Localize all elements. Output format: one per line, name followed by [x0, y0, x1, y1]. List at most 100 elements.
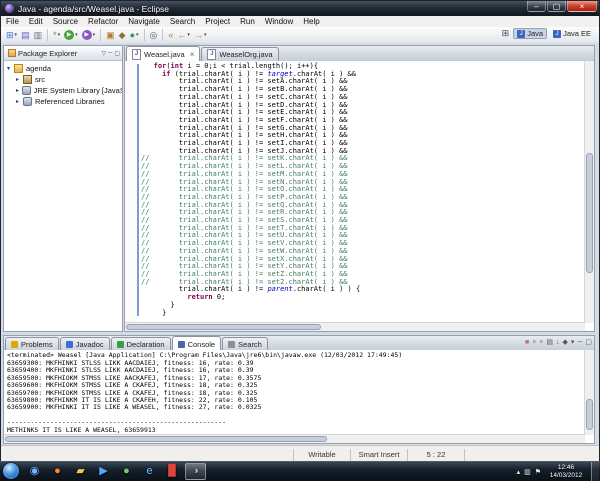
taskbar-apps: ◉●▰▶●e▉◑ — [23, 462, 207, 480]
code-lines[interactable]: for(int i = 0;i < trial.length(); i++){ … — [141, 63, 584, 317]
clear-console-icon[interactable]: ▤ — [546, 338, 553, 346]
open-console-icon[interactable]: ▾ — [571, 338, 575, 346]
maximize-button[interactable]: ▢ — [547, 1, 566, 12]
view-tab-problems[interactable]: Problems — [5, 337, 59, 351]
scroll-lock-icon[interactable]: ↓ — [556, 339, 560, 346]
view-tab-console[interactable]: Console — [172, 336, 222, 351]
collapse-arrow-icon[interactable]: ▾ — [7, 65, 14, 72]
taskbar-clock[interactable]: 12:46 14/03/2012 — [544, 464, 588, 479]
editor-area: JWeasel.java×JWeaselOrg.java for(int i =… — [124, 45, 595, 332]
editor-tab-weasel.java[interactable]: JWeasel.java× — [126, 46, 200, 61]
tree-item-src[interactable]: ▸ src — [4, 74, 122, 85]
menu-navigate[interactable]: Navigate — [123, 17, 165, 26]
taskbar-eclipse[interactable]: ◑ — [185, 463, 206, 480]
run-icon[interactable]: ▶▾ — [63, 29, 79, 42]
console-tabs: ProblemsJavadocDeclarationConsoleSearch — [4, 336, 594, 351]
close-button[interactable]: × — [567, 1, 597, 12]
editor-horizontal-scrollbar[interactable] — [125, 322, 585, 331]
maximize-view-icon[interactable]: ▢ — [114, 50, 120, 57]
open-perspective-icon[interactable]: ⊞ — [502, 28, 510, 39]
back-icon[interactable]: ←▾ — [176, 29, 191, 42]
menu-window[interactable]: Window — [260, 17, 298, 26]
console-body[interactable]: <terminated> Weasel [Java Application] C… — [4, 350, 594, 443]
tree-item-referenced[interactable]: ▸Referenced Libraries — [4, 96, 122, 107]
close-tab-icon[interactable]: × — [190, 50, 195, 59]
range-indicator — [137, 64, 139, 316]
action-center-flag-icon[interactable]: ⚑ — [535, 468, 541, 476]
view-menu-icon[interactable]: ▽ — [101, 50, 106, 57]
console-horizontal-scrollbar[interactable] — [4, 434, 585, 443]
minimize-view-icon[interactable]: ─ — [577, 339, 582, 346]
console-vscroll-thumb[interactable] — [586, 399, 593, 430]
taskbar-media-player[interactable]: ▶ — [93, 463, 114, 480]
pin-console-icon[interactable]: ◆ — [563, 338, 568, 346]
menu-edit[interactable]: Edit — [24, 17, 48, 26]
editor-vertical-scrollbar[interactable] — [584, 61, 594, 323]
editor-hscroll-thumb[interactable] — [126, 324, 321, 330]
external-tools-icon[interactable]: ▶▾ — [81, 29, 97, 42]
console-toolbar: ■××▤↓◆▾─▢ — [525, 338, 592, 346]
maximize-view-icon[interactable]: ▢ — [585, 338, 592, 346]
expand-arrow-icon[interactable]: ▸ — [16, 76, 23, 83]
tree-item-agenda[interactable]: ▾agenda — [4, 63, 122, 74]
new-class-icon[interactable]: ●▾ — [129, 29, 140, 42]
taskbar-adobe-reader[interactable]: ▉ — [162, 463, 183, 480]
menu-help[interactable]: Help — [298, 17, 324, 26]
editor-vscroll-thumb[interactable] — [586, 153, 593, 273]
expand-arrow-icon[interactable]: ▸ — [16, 98, 23, 105]
status-insert-mode: Smart Insert — [350, 449, 407, 461]
new-wizard-icon-glyph: ⊞ — [6, 31, 14, 40]
taskbar-firefox[interactable]: ● — [47, 463, 68, 480]
taskbar-chrome[interactable]: ● — [116, 463, 137, 480]
console-output[interactable]: 63659300: MKFHINKI STLSS LIKK AACDAIEJ, … — [7, 360, 584, 441]
hidden-icons-icon[interactable]: ▴ — [517, 468, 521, 476]
console-vertical-scrollbar[interactable] — [584, 350, 594, 435]
minimize-view-icon[interactable]: ─ — [108, 50, 112, 57]
minimize-button[interactable]: – — [527, 1, 546, 12]
menu-file[interactable]: File — [1, 17, 24, 26]
show-desktop-button[interactable] — [591, 462, 599, 481]
eclipse-icon — [5, 4, 14, 13]
tree-item-jre[interactable]: ▸JRE System Library [JavaSE-1.6] — [4, 85, 122, 96]
view-tab-declaration[interactable]: Declaration — [111, 337, 171, 351]
toolbar-separator — [100, 29, 101, 41]
package-explorer-icon — [8, 49, 16, 57]
search-icon[interactable]: ◎ — [149, 29, 159, 42]
forward-icon[interactable]: →▾ — [193, 29, 208, 42]
package-explorer-header[interactable]: Package Explorer ▽─▢ — [4, 46, 122, 61]
menu-search[interactable]: Search — [165, 17, 200, 26]
new-package-icon[interactable]: ◆ — [118, 29, 127, 42]
remove-all-launches-icon[interactable]: × — [539, 339, 543, 346]
new-wizard-icon[interactable]: ⊞▾ — [5, 29, 18, 42]
remove-launch-icon[interactable]: × — [532, 339, 536, 346]
taskbar-internet-explorer[interactable]: e — [139, 463, 160, 480]
menu-source[interactable]: Source — [48, 17, 83, 26]
tree-item-label: src — [35, 75, 45, 84]
menu-run[interactable]: Run — [235, 17, 260, 26]
perspective-switcher: ⊞ JJavaJJava EE — [502, 28, 595, 39]
taskbar-windows-explorer[interactable]: ▰ — [70, 463, 91, 480]
menu-project[interactable]: Project — [200, 17, 235, 26]
package-explorer-tree[interactable]: ▾agenda ▸ src▸JRE System Library [JavaSE-1… — [4, 61, 122, 107]
editor-tabs: JWeasel.java×JWeaselOrg.java — [125, 46, 594, 61]
editor-tab-weaselorg.java[interactable]: JWeaselOrg.java — [201, 47, 278, 61]
perspective-java-ee[interactable]: JJava EE — [549, 28, 595, 39]
back-icon-glyph: ← — [177, 31, 186, 40]
new-java-project-icon[interactable]: ▣ — [105, 29, 116, 42]
view-tab-javadoc[interactable]: Javadoc — [60, 337, 110, 351]
last-edit-location-icon[interactable]: « — [167, 29, 174, 42]
taskbar-messenger[interactable]: ◉ — [24, 463, 45, 480]
editor-body[interactable]: for(int i = 0;i < trial.length(); i++){ … — [125, 61, 594, 331]
title-bar[interactable]: Java - agenda/src/Weasel.java - Eclipse … — [1, 1, 599, 16]
perspective-java[interactable]: JJava — [513, 28, 547, 39]
print-icon[interactable]: ▥ — [33, 29, 44, 42]
debug-icon[interactable]: *▾ — [52, 29, 61, 42]
network-icon[interactable]: ▥ — [524, 468, 531, 476]
view-tab-search[interactable]: Search — [222, 337, 268, 351]
console-hscroll-thumb[interactable] — [5, 436, 327, 442]
terminate-icon[interactable]: ■ — [525, 339, 529, 346]
save-icon[interactable]: ▤ — [20, 29, 31, 42]
expand-arrow-icon[interactable]: ▸ — [16, 87, 22, 94]
menu-refactor[interactable]: Refactor — [83, 17, 123, 26]
start-button[interactable] — [3, 463, 19, 479]
